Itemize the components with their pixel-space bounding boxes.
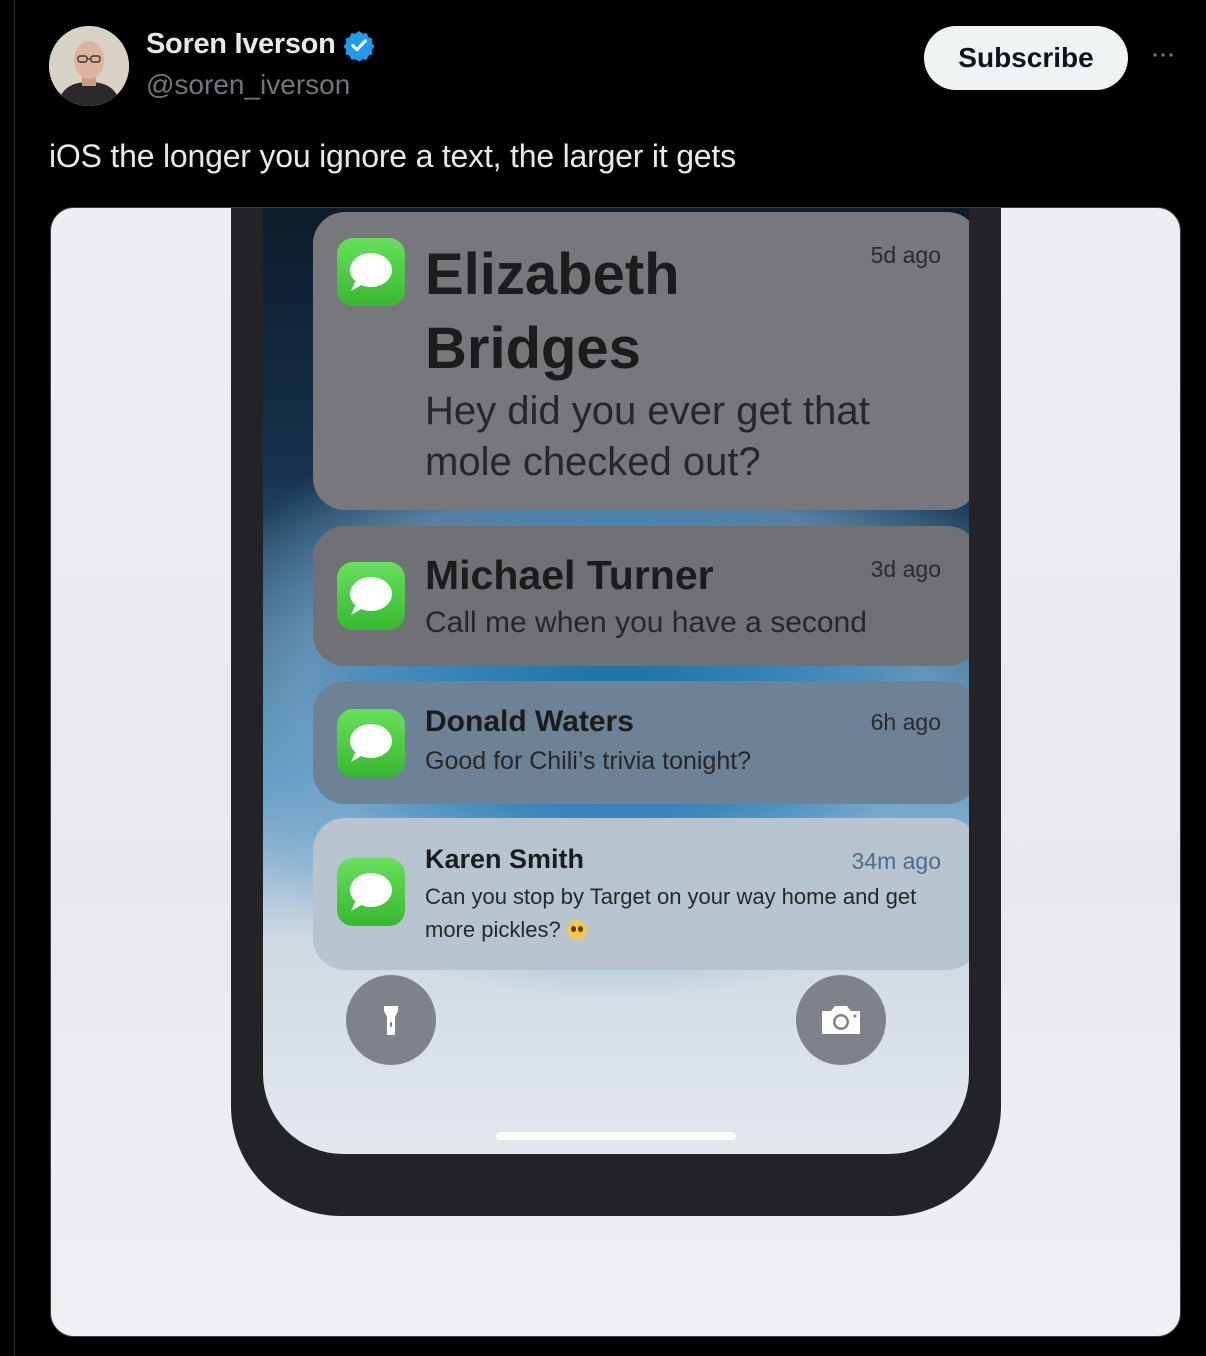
- post-media-image[interactable]: Elizabeth Bridges Hey did you ever get t…: [50, 207, 1181, 1337]
- notification-time: 3d ago: [870, 556, 941, 582]
- messages-app-icon: [337, 238, 405, 306]
- notification-sender: Karen Smith: [425, 844, 585, 874]
- camera-button[interactable]: [796, 975, 886, 1065]
- notification-time: 6h ago: [870, 709, 941, 735]
- more-options-icon[interactable]: ···: [1144, 39, 1180, 69]
- post-text: iOS the longer you ignore a text, the la…: [49, 138, 736, 174]
- avatar[interactable]: [49, 26, 129, 106]
- display-name[interactable]: Soren Iverson: [146, 28, 336, 61]
- author-name-row[interactable]: Soren Iverson: [146, 28, 375, 61]
- camera-icon: [822, 1006, 860, 1034]
- messages-app-icon: [337, 562, 405, 630]
- notification-time: 5d ago: [870, 242, 941, 268]
- handle[interactable]: @soren_iverson: [146, 69, 350, 101]
- notification-sender: Michael Turner: [425, 552, 714, 598]
- flashlight-icon: [384, 1006, 398, 1035]
- notification-sender: Donald Waters: [425, 705, 634, 738]
- verified-badge-icon: [343, 30, 374, 61]
- timeline-border: [14, 0, 15, 1356]
- notification-message: Good for Chili’s trivia tonight?: [425, 747, 752, 775]
- notification-card[interactable]: Karen Smith Can you stop by Target on yo…: [313, 818, 969, 970]
- messages-app-icon: [337, 709, 405, 777]
- notification-message: Hey did you ever get that mole checked o…: [425, 389, 870, 484]
- notification-time: 34m ago: [851, 848, 941, 874]
- messages-app-icon: [337, 858, 405, 926]
- notification-message: Call me when you have a second: [425, 606, 867, 639]
- pleading-face-emoji-icon: [566, 920, 587, 940]
- lock-screen: Elizabeth Bridges Hey did you ever get t…: [263, 208, 969, 1154]
- home-indicator[interactable]: [496, 1132, 736, 1140]
- phone-frame: Elizabeth Bridges Hey did you ever get t…: [231, 208, 1001, 1216]
- notification-card[interactable]: Elizabeth Bridges Hey did you ever get t…: [313, 212, 969, 510]
- subscribe-button[interactable]: Subscribe: [924, 26, 1128, 90]
- notification-sender: Elizabeth Bridges: [425, 242, 680, 381]
- notification-card[interactable]: Donald Waters Good for Chili’s trivia to…: [313, 681, 969, 804]
- notification-message: Can you stop by Target on your way home …: [425, 880, 945, 946]
- flashlight-button[interactable]: [346, 975, 436, 1065]
- notification-message-text: Can you stop by Target on your way home …: [425, 884, 917, 942]
- notification-card[interactable]: Michael Turner Call me when you have a s…: [313, 526, 969, 666]
